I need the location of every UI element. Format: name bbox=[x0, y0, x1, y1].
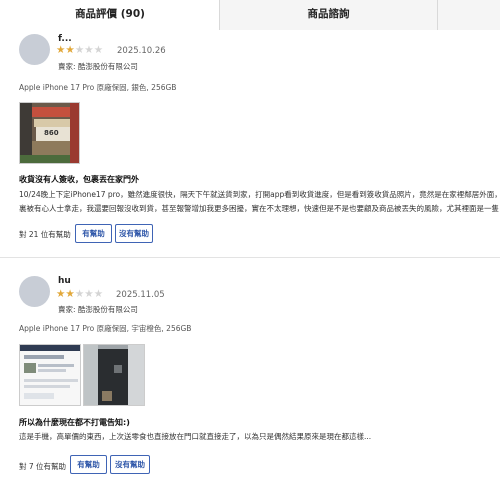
review-date: 2025.11.05 bbox=[116, 290, 165, 300]
review-body-line: 10/24晚上下定iPhone17 pro，雖然進度很快，隔天下午就送貨到家，打… bbox=[19, 190, 500, 199]
review-photo[interactable] bbox=[83, 344, 145, 406]
not-helpful-button[interactable]: 沒有幫助 bbox=[110, 455, 150, 474]
tab-product-reviews[interactable]: 商品評價 (90) bbox=[0, 0, 220, 30]
review-photo[interactable]: 860 bbox=[19, 102, 80, 164]
review-body-line: 裏被有心人士拿走，我還要回報沒收到貨，甚至報警增加我更多困擾，實在不太理想，快速… bbox=[19, 204, 499, 213]
star-filled-icon: ★ bbox=[65, 44, 75, 56]
helpful-button[interactable]: 有幫助 bbox=[70, 455, 107, 474]
review-date: 2025.10.26 bbox=[117, 46, 166, 56]
star-empty-icon: ★ bbox=[93, 44, 104, 56]
review-body: 10/24晚上下定iPhone17 pro，雖然進度很快，隔天下午就送貨到家，打… bbox=[19, 188, 500, 216]
seller-name: 賣家: 酷澎股份有限公司 bbox=[58, 62, 138, 71]
review-tabs: 商品評價 (90) 商品諮詢 bbox=[0, 0, 500, 30]
helpful-count: 對 21 位有幫助 bbox=[19, 230, 71, 239]
review-photo-image bbox=[20, 345, 80, 405]
helpful-count: 對 7 位有幫助 bbox=[19, 462, 67, 471]
tab-product-inquiries[interactable]: 商品諮詢 bbox=[219, 0, 438, 30]
not-helpful-button[interactable]: 沒有幫助 bbox=[115, 224, 153, 243]
seller-name: 賣家: 酷澎股份有限公司 bbox=[58, 305, 138, 314]
helpful-button[interactable]: 有幫助 bbox=[75, 224, 112, 243]
star-filled-icon: ★ bbox=[56, 288, 66, 300]
rating-stars: ★★★★★ bbox=[56, 289, 103, 300]
star-empty-icon: ★ bbox=[93, 288, 104, 300]
review-headline: 收貨沒有人簽收，包裹丟在家門外 bbox=[19, 175, 139, 184]
star-empty-icon: ★ bbox=[84, 288, 94, 300]
review-divider bbox=[0, 257, 500, 258]
review-headline: 所以為什麼現在都不打電告知:) bbox=[19, 418, 130, 427]
avatar bbox=[19, 34, 50, 65]
avatar bbox=[19, 276, 50, 307]
photo-label: 860 bbox=[44, 129, 59, 137]
star-empty-icon: ★ bbox=[74, 44, 85, 56]
rating-stars: ★★★★★ bbox=[56, 45, 103, 56]
product-variant: Apple iPhone 17 Pro 原廠保固, 銀色, 256GB bbox=[19, 83, 177, 92]
review-body-line: 這是手機，高單價的東西，上次送零食也直接放在門口就直接走了，以為只是偶然結果原來… bbox=[19, 432, 372, 441]
product-variant: Apple iPhone 17 Pro 原廠保固, 宇宙橙色, 256GB bbox=[19, 324, 192, 333]
tab-more[interactable] bbox=[438, 0, 500, 30]
star-filled-icon: ★ bbox=[56, 44, 66, 56]
review-body: 這是手機，高單價的東西，上次送零食也直接放在門口就直接走了，以為只是偶然結果原來… bbox=[19, 430, 500, 444]
review-username: f... bbox=[58, 34, 72, 44]
star-empty-icon: ★ bbox=[74, 288, 85, 300]
review-username: hu bbox=[58, 276, 71, 286]
star-empty-icon: ★ bbox=[84, 44, 94, 56]
review-photo-image bbox=[84, 345, 144, 405]
review-photo[interactable] bbox=[19, 344, 81, 406]
star-filled-icon: ★ bbox=[65, 288, 75, 300]
